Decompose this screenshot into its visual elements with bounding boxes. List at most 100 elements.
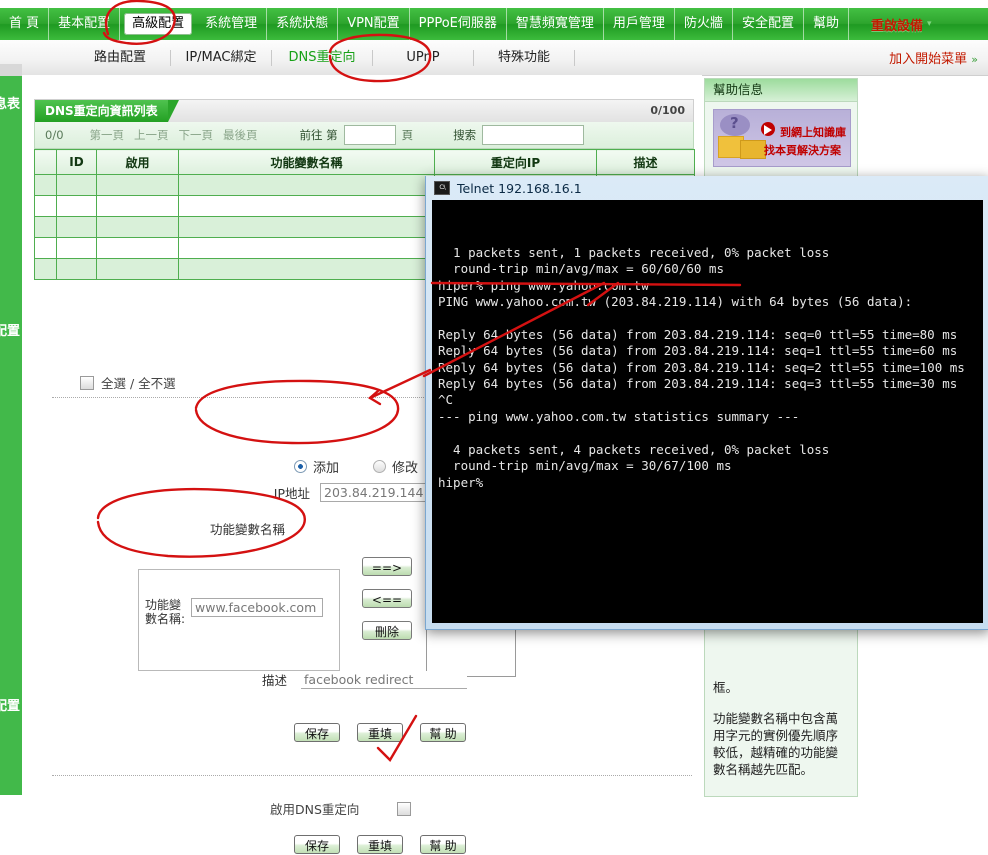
rail-fragment-top: 息表 <box>0 97 21 112</box>
list-panel-count: 0/100 <box>650 104 685 117</box>
domain-name-label: 功能變 數名稱: <box>145 598 186 626</box>
select-all-checkbox[interactable] <box>80 375 94 390</box>
pager-last-page[interactable]: 最後頁 <box>223 127 258 143</box>
reboot-device-button[interactable]: 重啟設備 <box>871 15 923 34</box>
chevron-down-icon: ▾ <box>927 19 932 29</box>
topnav-item-8[interactable]: 用戶管理 <box>604 8 675 40</box>
move-right-button[interactable]: ==> <box>362 557 412 576</box>
reset-button-bottom[interactable]: 重填 <box>357 835 403 854</box>
console-line: Reply 64 bytes (56 data) from 203.84.219… <box>438 376 958 392</box>
move-left-button[interactable]: <== <box>362 589 412 608</box>
left-sidebar-rail[interactable]: 息表 配置 配置 <box>0 75 22 795</box>
console-line: round-trip min/avg/max = 60/60/60 ms <box>438 261 724 277</box>
telnet-window-title: Telnet 192.168.16.1 <box>457 180 582 196</box>
pager-prev-page[interactable]: 上一頁 <box>134 127 169 143</box>
subnav-item-upnp[interactable]: UPnP <box>373 40 473 75</box>
telnet-title-bar[interactable]: C:\ Telnet 192.168.16.1 <box>426 176 988 200</box>
subnav-item-routing[interactable]: 路由配置 <box>70 40 170 75</box>
radio-modify-label: 修改 <box>392 461 419 476</box>
topnav-item-9[interactable]: 防火牆 <box>675 8 733 40</box>
topnav-item-1[interactable]: 基本配置 <box>49 8 121 40</box>
console-line: round-trip min/avg/max = 30/67/100 ms <box>438 458 732 474</box>
pager-goto-label: 前往 第 <box>299 128 338 142</box>
form-button-row-secondary: 保存 重填 幫 助 <box>294 835 466 854</box>
knowledge-base-banner[interactable]: ? 到網上知識庫 找本頁解決方案 <box>713 109 851 167</box>
save-button-bottom[interactable]: 保存 <box>294 835 340 854</box>
search-input[interactable] <box>482 125 585 145</box>
radio-add-selected[interactable] <box>294 460 307 473</box>
console-line: --- ping www.yahoo.com.tw statistics sum… <box>438 408 800 424</box>
help-button-bottom[interactable]: 幫 助 <box>420 835 466 854</box>
col-checkbox <box>34 149 57 175</box>
topnav-item-7[interactable]: 智慧頻寬管理 <box>507 8 604 40</box>
col-description: 描述 <box>596 149 695 175</box>
subnav-item-special[interactable]: 特殊功能 <box>474 40 574 75</box>
telnet-console-output: 1 packets sent, 1 packets received, 0% p… <box>432 200 983 623</box>
delete-button[interactable]: 刪除 <box>362 621 412 640</box>
top-navigation-bar: 首 頁 基本配置 高級配置 系統管理 系統狀態 VPN配置 PPPoE伺服器 智… <box>0 8 988 40</box>
folder-icon-2 <box>740 140 766 159</box>
console-icon: C:\ <box>434 181 450 195</box>
form-button-row-primary: 保存 重填 幫 助 <box>294 723 466 742</box>
console-line: 1 packets sent, 1 packets received, 0% p… <box>438 244 830 260</box>
add-to-start-menu-label: 加入開始菜單 <box>889 52 968 67</box>
radio-add-label: 添加 <box>313 461 340 476</box>
list-pager: 0/0 第一頁 上一頁 下一頁 最後頁 前往 第 頁 搜索 <box>34 122 694 149</box>
console-line: Reply 64 bytes (56 data) from 203.84.219… <box>438 343 958 359</box>
console-line: 4 packets sent, 4 packets received, 0% p… <box>438 441 830 457</box>
col-id: ID <box>56 149 97 175</box>
topnav-item-5[interactable]: VPN配置 <box>338 8 410 40</box>
pager-goto-input[interactable] <box>343 125 396 145</box>
save-button[interactable]: 保存 <box>294 723 340 742</box>
pager-next-page[interactable]: 下一頁 <box>179 127 214 143</box>
divider-dotted-bottom <box>52 775 692 776</box>
topnav-item-3[interactable]: 系統管理 <box>196 8 268 40</box>
subnav-item-dns-redirect[interactable]: DNS重定向 <box>272 40 372 75</box>
domain-name-group-label: 功能變數名稱 <box>210 522 286 537</box>
topnav-item-10[interactable]: 安全配置 <box>733 8 804 40</box>
search-label: 搜索 <box>453 128 477 142</box>
domain-name-input[interactable] <box>191 598 323 617</box>
col-redirect-ip: 重定向IP <box>434 149 597 175</box>
col-domain: 功能變數名稱 <box>178 149 435 175</box>
sub-navigation-bar: 路由配置 IP/MAC綁定 DNS重定向 UPnP 特殊功能 加入開始菜單 » <box>0 40 988 76</box>
topnav-item-0[interactable]: 首 頁 <box>0 8 50 40</box>
add-to-start-menu-link[interactable]: 加入開始菜單 » <box>889 48 978 67</box>
help-text-block: 框。 功能變數名稱中包含萬用字元的實例優先順序較低，越精確的功能變數名稱越先匹配… <box>713 679 849 792</box>
table-header-row: ID 啟用 功能變數名稱 重定向IP 描述 <box>34 149 695 175</box>
topnav-item-2-selected[interactable]: 高級配置 <box>124 13 193 35</box>
double-chevron-right-icon: » <box>971 53 978 66</box>
list-panel-header: DNS重定向資訊列表 0/100 <box>34 99 694 122</box>
select-all-row[interactable]: 全選 / 全不選 <box>80 373 176 392</box>
console-line: Reply 64 bytes (56 data) from 203.84.219… <box>438 359 965 375</box>
rail-top-notch <box>0 64 22 76</box>
domain-name-groupbox: 功能變 數名稱: <box>138 569 340 671</box>
topnav-item-6[interactable]: PPPoE伺服器 <box>410 8 507 40</box>
reset-button[interactable]: 重填 <box>357 723 403 742</box>
radio-modify[interactable] <box>373 460 387 473</box>
help-text-fragment: 框。 <box>713 680 739 695</box>
mode-radio-group: 添加 修改 <box>294 457 418 476</box>
topnav-item-4[interactable]: 系統狀態 <box>267 8 339 40</box>
pager-first-page[interactable]: 第一頁 <box>90 127 125 143</box>
help-panel-title: 幫助信息 <box>705 79 857 102</box>
enable-dns-redirect-checkbox[interactable] <box>397 801 412 816</box>
transfer-button-group: ==> <== 刪除 <box>362 557 414 653</box>
topnav-item-11[interactable]: 幫助 <box>804 8 849 40</box>
console-line: hiper% ping www.yahoo.com.tw <box>438 277 649 293</box>
enable-dns-redirect-row: 啟用DNS重定向 <box>270 799 412 818</box>
rail-fragment-mid: 配置 <box>0 324 21 339</box>
pager-range: 0/0 <box>45 128 64 142</box>
col-enabled: 啟用 <box>96 149 179 175</box>
telnet-window[interactable]: C:\ Telnet 192.168.16.1 1 packets sent, … <box>425 176 988 630</box>
play-triangle-icon <box>764 125 772 135</box>
list-panel-title: DNS重定向資訊列表 <box>35 100 179 122</box>
subnav-item-ipmac[interactable]: IP/MAC綁定 <box>171 40 271 75</box>
kb-banner-line1: 到網上知識庫 <box>780 126 846 139</box>
description-input[interactable] <box>301 670 468 689</box>
help-button[interactable]: 幫 助 <box>420 723 466 742</box>
console-line: hiper% <box>438 474 484 490</box>
pager-goto-suffix: 頁 <box>401 128 414 142</box>
console-line: Reply 64 bytes (56 data) from 203.84.219… <box>438 326 958 342</box>
question-mark-icon: ? <box>730 114 739 132</box>
